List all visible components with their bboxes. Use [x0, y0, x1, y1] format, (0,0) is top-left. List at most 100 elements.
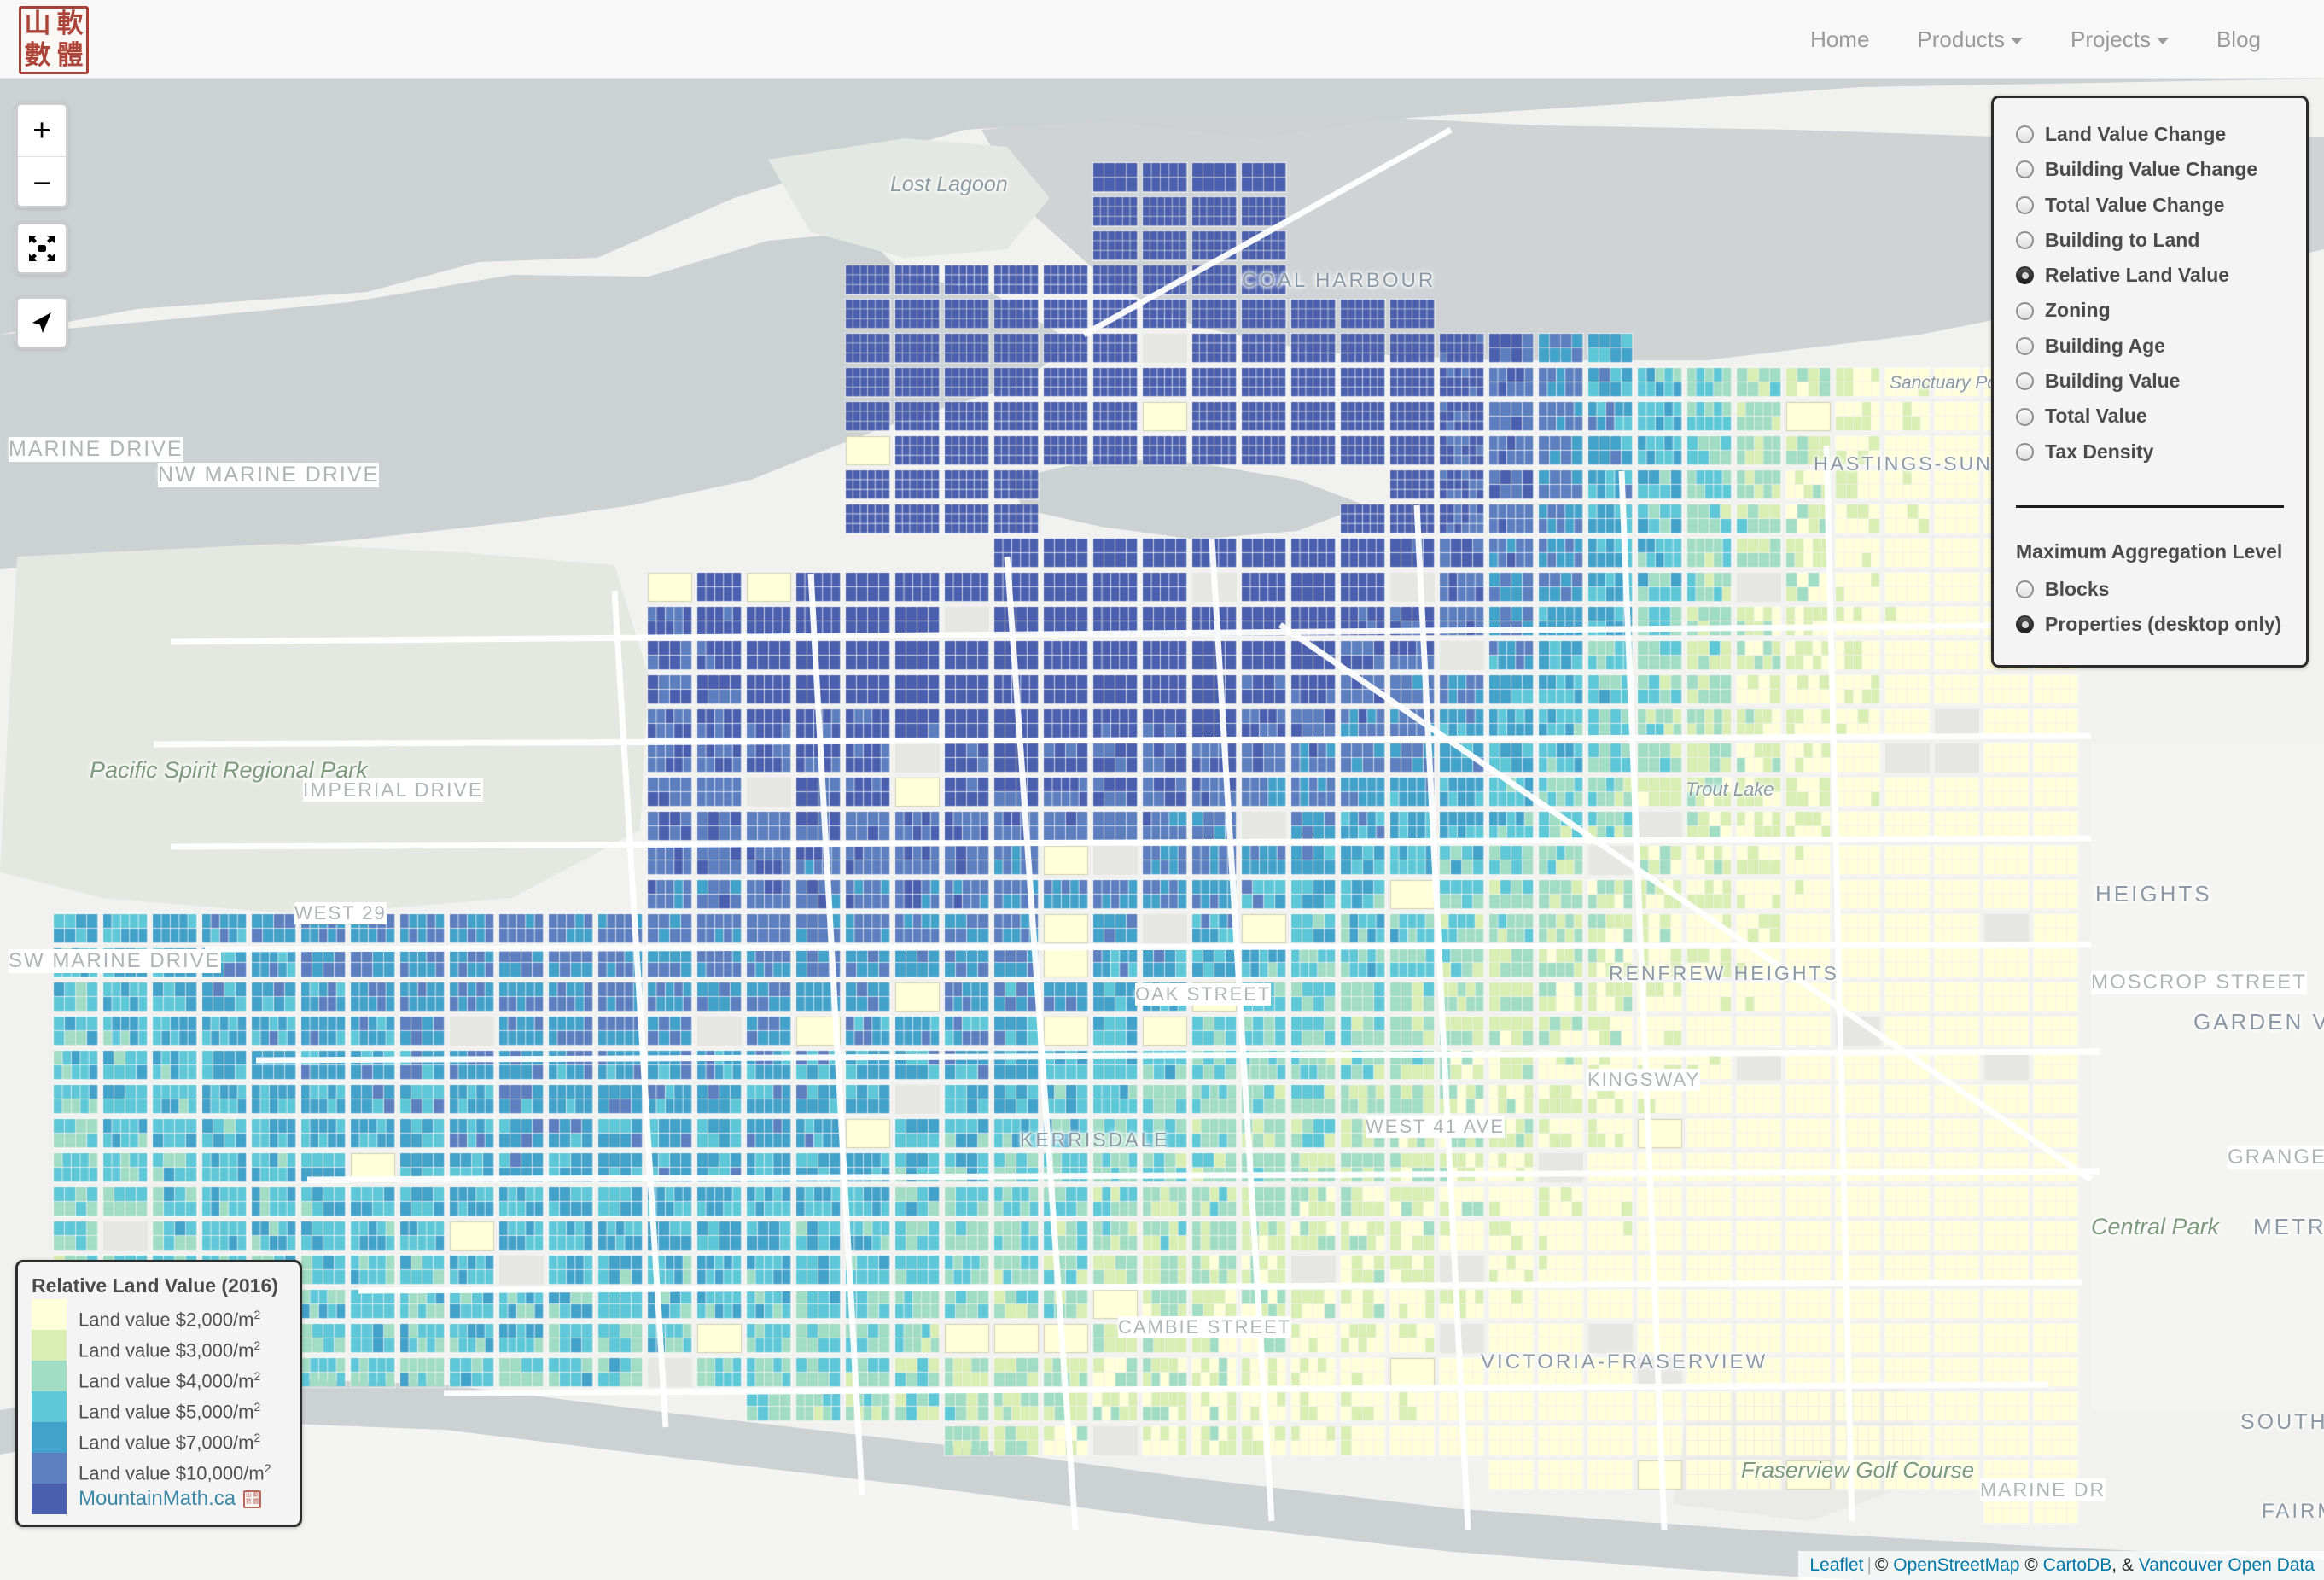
attribution-vancouver-link[interactable]: Vancouver Open Data — [2139, 1555, 2315, 1575]
locate-button[interactable] — [15, 296, 68, 349]
seal-char-3: 數 — [24, 40, 51, 71]
metric-option-building-to-land[interactable]: Building to Land — [2016, 223, 2284, 258]
attribution-leaflet-link[interactable]: Leaflet — [1809, 1555, 1863, 1575]
metric-option-total-value-change[interactable]: Total Value Change — [2016, 188, 2284, 223]
parcel-choropleth-layer[interactable] — [0, 79, 2324, 1580]
nav-item-blog[interactable]: Blog — [2193, 0, 2285, 79]
aggregation-option-label: Properties (desktop only) — [2045, 613, 2282, 636]
fullscreen-button[interactable] — [15, 222, 68, 275]
legend-label-0: Land value $2,000/m2 — [79, 1308, 261, 1331]
mountainmath-seal-icon: 山 軟 數 體 — [243, 1490, 262, 1508]
metric-option-label: Building Age — [2045, 334, 2165, 357]
metric-option-label: Building Value — [2045, 370, 2181, 393]
leaflet-map[interactable]: Lost Lagoon COAL HARBOUR Sanctuary Pond HAS… — [0, 79, 2324, 1580]
metric-option-land-value-change[interactable]: Land Value Change — [2016, 117, 2284, 152]
nav-links: Home Products Projects Blog — [1786, 0, 2285, 79]
radio-button[interactable] — [2016, 372, 2034, 391]
fullscreen-icon — [18, 224, 66, 272]
chevron-down-icon — [2011, 38, 2024, 45]
radio-button[interactable] — [2016, 580, 2034, 599]
zoom-in-button[interactable]: + — [18, 105, 66, 157]
nav-item-projects[interactable]: Projects — [2047, 0, 2193, 79]
aggregation-option-properties-desktop-only[interactable]: Properties (desktop only) — [2016, 607, 2284, 642]
zoom-control[interactable]: + − — [15, 102, 68, 208]
metric-option-label: Building Value Change — [2045, 158, 2258, 181]
attribution-comma: , — [2111, 1555, 2117, 1575]
legend-swatch-3 — [32, 1391, 67, 1422]
nav-item-projects-label: Projects — [2071, 26, 2151, 52]
metric-option-label: Zoning — [2045, 299, 2111, 322]
metric-option-zoning[interactable]: Zoning — [2016, 293, 2284, 328]
attribution-separator: | — [1867, 1555, 1872, 1575]
aggregation-option-label: Blocks — [2045, 577, 2110, 600]
map-legend: Relative Land Value (2016) Land value $2… — [15, 1260, 302, 1527]
seal-char-2: 軟 — [56, 9, 84, 39]
radio-button[interactable] — [2016, 336, 2034, 355]
aggregation-title: Maximum Aggregation Level — [2016, 539, 2283, 563]
metric-option-tax-density[interactable]: Tax Density — [2016, 434, 2284, 469]
zoom-out-button[interactable]: − — [18, 157, 66, 206]
legend-label-2: Land value $4,000/m2 — [79, 1369, 261, 1392]
radio-button[interactable] — [2016, 125, 2034, 144]
layer-selection-panel[interactable]: Land Value Change Building Value Change To… — [1991, 96, 2309, 668]
legend-swatch-0 — [32, 1299, 67, 1330]
metric-option-building-value[interactable]: Building Value — [2016, 364, 2284, 399]
metric-option-building-age[interactable]: Building Age — [2016, 329, 2284, 364]
legend-swatch-6 — [32, 1484, 67, 1514]
legend-label-1: Land value $3,000/m2 — [79, 1338, 261, 1361]
legend-swatch-1 — [32, 1330, 67, 1361]
legend-swatch-5 — [32, 1453, 67, 1484]
map-attribution: Leaflet | © OpenStreetMap © CartoDB, & Van… — [1798, 1551, 2324, 1580]
metric-option-label: Total Value — [2045, 405, 2147, 428]
metric-option-label: Total Value Change — [2045, 193, 2225, 216]
attribution-cartodb-link[interactable]: CartoDB — [2043, 1555, 2112, 1575]
legend-seal-char-4: 體 — [253, 1498, 259, 1505]
radio-button-selected[interactable] — [2016, 266, 2034, 285]
top-navbar: 山 軟 數 體 Home Products Projects Blog — [0, 0, 2324, 79]
legend-seal-char-3: 數 — [245, 1498, 252, 1505]
legend-label-list: Land value $2,000/m2 Land value $3,000/m2… — [79, 1299, 286, 1484]
legend-label-5: Land value $10,000/m2 — [79, 1461, 271, 1484]
radio-button[interactable] — [2016, 407, 2034, 426]
brand-logo-seal[interactable]: 山 軟 數 體 — [19, 6, 89, 74]
legend-title: Relative Land Value (2016) — [32, 1274, 278, 1297]
nav-item-home[interactable]: Home — [1786, 0, 1893, 79]
seal-char-4: 體 — [56, 40, 84, 71]
radio-button[interactable] — [2016, 231, 2034, 250]
metric-option-label: Relative Land Value — [2045, 264, 2230, 287]
attribution-osm-link[interactable]: OpenStreetMap — [1893, 1555, 2019, 1575]
metric-option-label: Building to Land — [2045, 228, 2200, 251]
nav-item-home-label: Home — [1810, 26, 1870, 52]
legend-color-ramp — [32, 1299, 67, 1514]
seal-char-1: 山 — [24, 9, 51, 39]
radio-button[interactable] — [2016, 160, 2034, 179]
legend-label-3: Land value $5,000/m2 — [79, 1400, 261, 1423]
legend-swatch-4 — [32, 1422, 67, 1453]
metric-option-label: Tax Density — [2045, 440, 2154, 463]
nav-item-products[interactable]: Products — [1893, 0, 2047, 79]
chevron-down-icon — [2156, 38, 2169, 45]
attribution-ampersand: & — [2121, 1555, 2134, 1575]
nav-item-blog-label: Blog — [2216, 26, 2261, 52]
radio-button[interactable] — [2016, 195, 2034, 214]
metric-option-relative-land-value[interactable]: Relative Land Value — [2016, 258, 2284, 293]
aggregation-radio-group[interactable]: Blocks Properties (desktop only) — [2016, 572, 2284, 643]
radio-button[interactable] — [2016, 301, 2034, 320]
mountainmath-link[interactable]: MountainMath.ca — [79, 1484, 236, 1514]
locate-arrow-icon — [18, 299, 66, 347]
metric-option-total-value[interactable]: Total Value — [2016, 399, 2284, 434]
radio-button[interactable] — [2016, 442, 2034, 461]
legend-body: Land value $2,000/m2 Land value $3,000/m2… — [32, 1299, 286, 1514]
legend-swatch-2 — [32, 1361, 67, 1391]
nav-item-products-label: Products — [1917, 26, 2006, 52]
metric-radio-group[interactable]: Land Value Change Building Value Change To… — [2016, 117, 2284, 469]
aggregation-option-blocks[interactable]: Blocks — [2016, 572, 2284, 607]
legend-label-4: Land value $7,000/m2 — [79, 1431, 261, 1454]
legend-footer: MountainMath.ca 山 軟 數 體 — [79, 1484, 286, 1514]
metric-option-label: Land Value Change — [2045, 123, 2227, 145]
metric-option-building-value-change[interactable]: Building Value Change — [2016, 152, 2284, 187]
panel-divider — [2016, 504, 2284, 508]
attribution-copyright-1: © — [1874, 1555, 1889, 1575]
attribution-copyright-2: © — [2024, 1555, 2038, 1575]
radio-button-selected[interactable] — [2016, 615, 2034, 634]
